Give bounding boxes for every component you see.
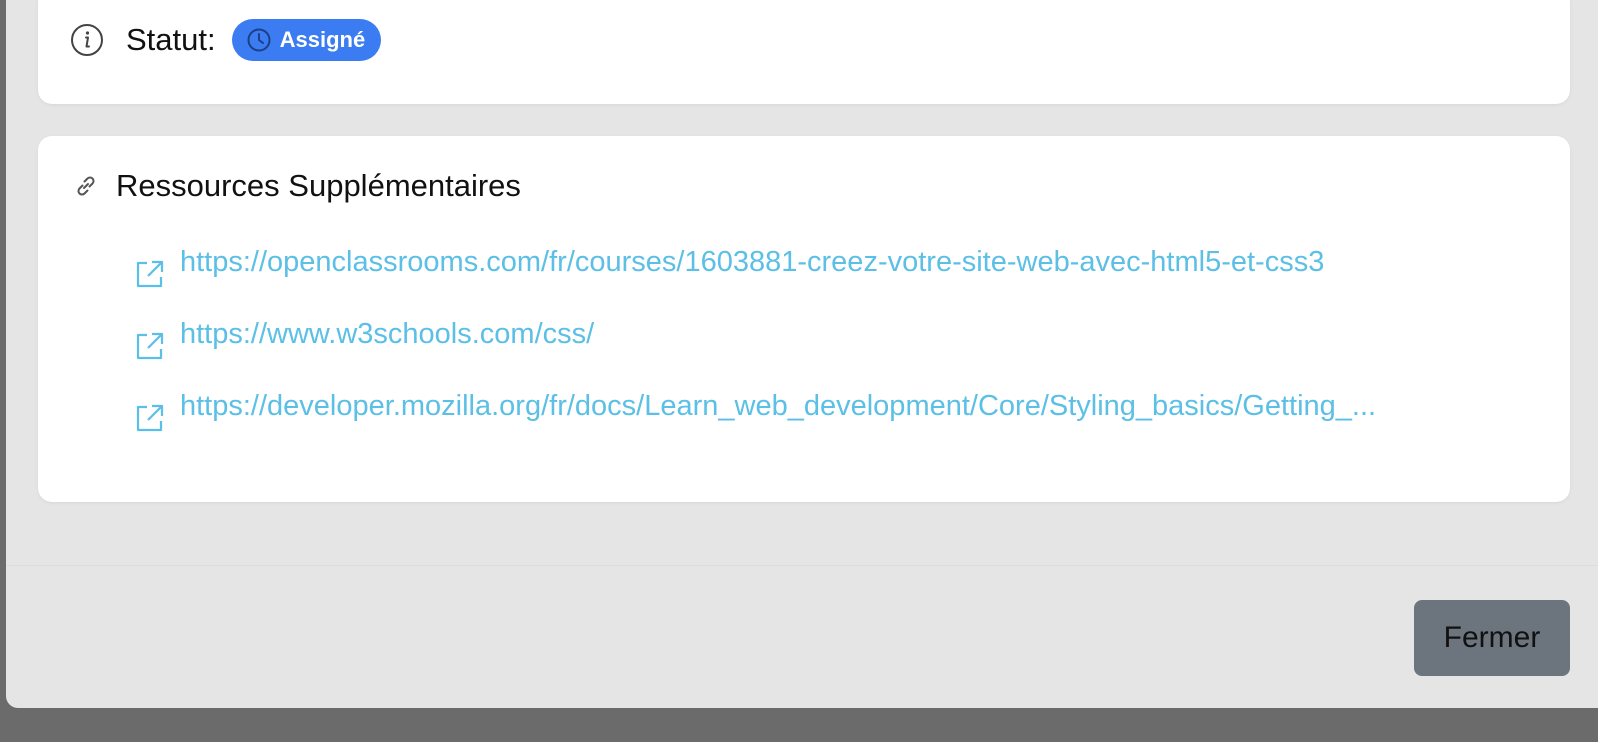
close-button[interactable]: Fermer [1414, 600, 1570, 676]
resources-list: https://openclassrooms.com/fr/courses/16… [132, 232, 1552, 448]
external-link-icon [132, 329, 166, 363]
external-link-icon [132, 257, 166, 291]
resource-link-2[interactable]: https://www.w3schools.com/css/ [180, 318, 594, 351]
status-badge: Assigné [231, 19, 382, 61]
list-item: https://developer.mozilla.org/fr/docs/Le… [132, 376, 1552, 448]
clock-icon [246, 27, 272, 53]
status-label: Statut: [126, 22, 216, 57]
info-icon [70, 23, 104, 57]
list-item: https://openclassrooms.com/fr/courses/16… [132, 232, 1552, 304]
footer-divider [6, 565, 1598, 566]
resources-card: Ressources Supplémentaires https://openc… [38, 136, 1570, 502]
resources-header: Ressources Supplémentaires [72, 166, 521, 206]
resource-link-1[interactable]: https://openclassrooms.com/fr/courses/16… [180, 246, 1324, 279]
list-item: https://www.w3schools.com/css/ [132, 304, 1552, 376]
external-link-icon [132, 401, 166, 435]
resources-title: Ressources Supplémentaires [116, 168, 521, 203]
status-row: Statut: Assigné [70, 18, 382, 62]
modal-dialog: Statut: Assigné Ressources Supplémentair… [6, 0, 1598, 708]
resource-link-3[interactable]: https://developer.mozilla.org/fr/docs/Le… [180, 390, 1376, 423]
status-card: Statut: Assigné [38, 0, 1570, 104]
status-badge-text: Assigné [279, 27, 366, 52]
link-icon [72, 172, 100, 200]
